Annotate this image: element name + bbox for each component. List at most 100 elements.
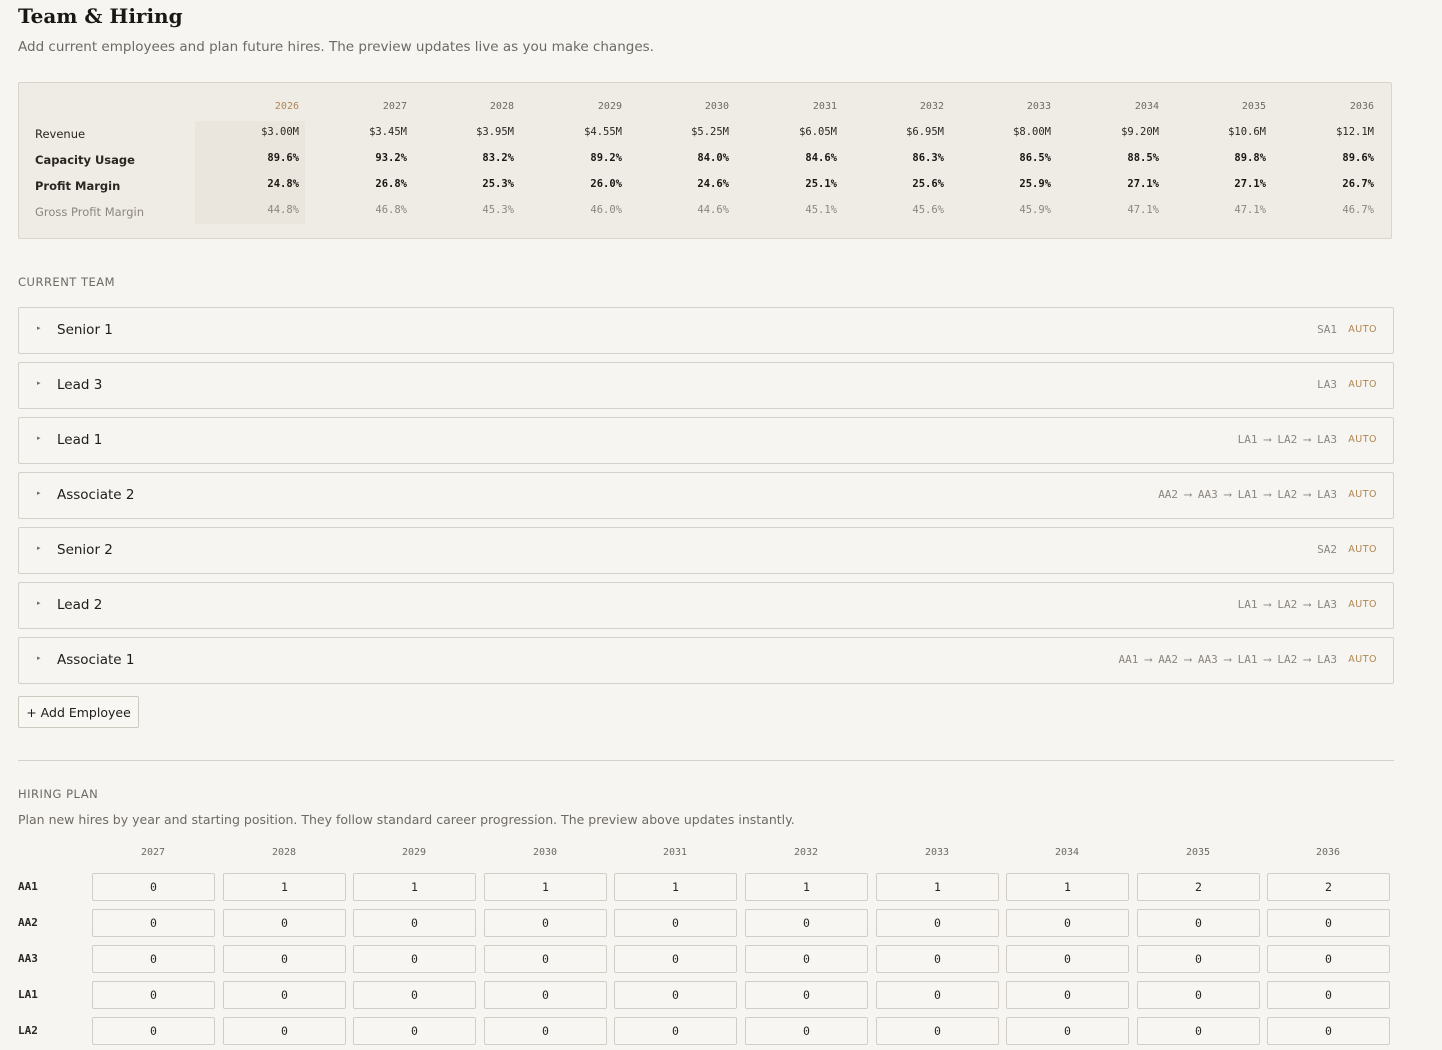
employee-name: Senior 2 — [57, 542, 113, 558]
employee-row[interactable]: ▸ Senior 1 SA1 AUTO — [18, 307, 1394, 354]
hiring-count-input[interactable] — [92, 981, 215, 1009]
expand-caret-icon[interactable]: ▸ — [37, 544, 41, 552]
hiring-count-input[interactable] — [876, 873, 999, 901]
employee-row[interactable]: ▸ Senior 2 SA2 AUTO — [18, 527, 1394, 574]
preview-cell: 89.8% — [1234, 152, 1266, 164]
hiring-count-input[interactable] — [1137, 981, 1260, 1009]
preview-cell: 25.3% — [482, 178, 514, 190]
hiring-count-input[interactable] — [223, 981, 346, 1009]
preview-cell: 93.2% — [375, 152, 407, 164]
hiring-count-input[interactable] — [484, 945, 607, 973]
hiring-count-input[interactable] — [876, 1017, 999, 1045]
hiring-count-input[interactable] — [353, 981, 476, 1009]
hiring-count-input[interactable] — [1137, 1017, 1260, 1045]
expand-caret-icon[interactable]: ▸ — [37, 489, 41, 497]
preview-cell: 46.7% — [1342, 204, 1374, 216]
hiring-count-input[interactable] — [876, 909, 999, 937]
hiring-count-input[interactable] — [614, 873, 737, 901]
hiring-count-input[interactable] — [745, 873, 868, 901]
hiring-count-input[interactable] — [1137, 945, 1260, 973]
hiring-count-input[interactable] — [484, 981, 607, 1009]
employee-row[interactable]: ▸ Associate 2 AA2 ⟶ AA3 ⟶ LA1 ⟶ LA2 ⟶ LA3 A… — [18, 472, 1394, 519]
hiring-count-input[interactable] — [92, 873, 215, 901]
hiring-year-header: 2032 — [793, 847, 819, 858]
hiring-count-input[interactable] — [745, 1017, 868, 1045]
auto-badge: AUTO — [1348, 489, 1377, 500]
hiring-count-input[interactable] — [484, 873, 607, 901]
hiring-count-input[interactable] — [876, 945, 999, 973]
hiring-count-input[interactable] — [484, 909, 607, 937]
hiring-count-input[interactable] — [614, 981, 737, 1009]
preview-cell: 88.5% — [1127, 152, 1159, 164]
preview-cell: 86.3% — [912, 152, 944, 164]
hiring-count-input[interactable] — [92, 909, 215, 937]
preview-cell: $3.95M — [476, 126, 514, 138]
hiring-count-input[interactable] — [1267, 981, 1390, 1009]
preview-cell: $8.00M — [1013, 126, 1051, 138]
preview-cell: 89.6% — [267, 152, 299, 164]
preview-cell: $3.00M — [261, 126, 299, 138]
preview-cell: 26.0% — [590, 178, 622, 190]
hiring-count-input[interactable] — [92, 945, 215, 973]
hiring-count-input[interactable] — [223, 1017, 346, 1045]
preview-cell: 86.5% — [1019, 152, 1051, 164]
preview-cell: 83.2% — [482, 152, 514, 164]
hiring-count-input[interactable] — [745, 945, 868, 973]
hiring-count-input[interactable] — [1006, 981, 1129, 1009]
hiring-count-input[interactable] — [1006, 873, 1129, 901]
hiring-count-input[interactable] — [1006, 1017, 1129, 1045]
preview-year-header: 2029 — [597, 101, 622, 112]
hiring-count-input[interactable] — [353, 909, 476, 937]
employee-row[interactable]: ▸ Lead 1 LA1 ⟶ LA2 ⟶ LA3 AUTO — [18, 417, 1394, 464]
hiring-count-input[interactable] — [1006, 909, 1129, 937]
hiring-count-input[interactable] — [1267, 1017, 1390, 1045]
hiring-count-input[interactable] — [223, 945, 346, 973]
preview-cell: 26.7% — [1342, 178, 1374, 190]
hiring-count-input[interactable] — [876, 981, 999, 1009]
hiring-count-input[interactable] — [614, 909, 737, 937]
hiring-position-label: LA1 — [18, 988, 38, 1001]
hiring-count-input[interactable] — [484, 1017, 607, 1045]
hiring-year-header: 2034 — [1054, 847, 1080, 858]
hiring-count-input[interactable] — [353, 873, 476, 901]
hiring-count-input[interactable] — [1267, 873, 1390, 901]
hiring-count-input[interactable] — [92, 1017, 215, 1045]
hiring-count-input[interactable] — [353, 1017, 476, 1045]
hiring-count-input[interactable] — [353, 945, 476, 973]
expand-caret-icon[interactable]: ▸ — [37, 324, 41, 332]
employee-name: Associate 1 — [57, 652, 135, 668]
expand-caret-icon[interactable]: ▸ — [37, 434, 41, 442]
preview-cell: 44.6% — [697, 204, 729, 216]
expand-caret-icon[interactable]: ▸ — [37, 654, 41, 662]
preview-cell: 25.1% — [805, 178, 837, 190]
preview-cell: 27.1% — [1234, 178, 1266, 190]
expand-caret-icon[interactable]: ▸ — [37, 599, 41, 607]
preview-year-header: 2028 — [489, 101, 514, 112]
hiring-count-input[interactable] — [223, 873, 346, 901]
preview-year-header: 2027 — [382, 101, 407, 112]
hiring-count-input[interactable] — [745, 909, 868, 937]
hiring-count-input[interactable] — [1006, 945, 1129, 973]
preview-cell: $5.25M — [691, 126, 729, 138]
add-employee-button[interactable]: + Add Employee — [18, 696, 139, 728]
employee-row[interactable]: ▸ Lead 3 LA3 AUTO — [18, 362, 1394, 409]
hiring-count-input[interactable] — [1267, 945, 1390, 973]
preview-row-label: Capacity Usage — [35, 153, 135, 167]
employee-row[interactable]: ▸ Associate 1 AA1 ⟶ AA2 ⟶ AA3 ⟶ LA1 ⟶ LA2 … — [18, 637, 1394, 684]
current-team-label: CURRENT TEAM — [18, 275, 116, 289]
career-path: SA1 — [1317, 323, 1337, 336]
preview-year-header: 2031 — [812, 101, 837, 112]
preview-cell: 47.1% — [1234, 204, 1266, 216]
career-path: AA1 ⟶ AA2 ⟶ AA3 ⟶ LA1 ⟶ LA2 ⟶ LA3 — [1118, 653, 1337, 666]
page-subtitle: Add current employees and plan future hi… — [18, 39, 654, 55]
employee-row[interactable]: ▸ Lead 2 LA1 ⟶ LA2 ⟶ LA3 AUTO — [18, 582, 1394, 629]
hiring-count-input[interactable] — [1137, 909, 1260, 937]
hiring-count-input[interactable] — [614, 945, 737, 973]
hiring-year-header: 2028 — [271, 847, 297, 858]
hiring-count-input[interactable] — [1137, 873, 1260, 901]
expand-caret-icon[interactable]: ▸ — [37, 379, 41, 387]
hiring-count-input[interactable] — [745, 981, 868, 1009]
hiring-count-input[interactable] — [614, 1017, 737, 1045]
hiring-count-input[interactable] — [1267, 909, 1390, 937]
hiring-count-input[interactable] — [223, 909, 346, 937]
